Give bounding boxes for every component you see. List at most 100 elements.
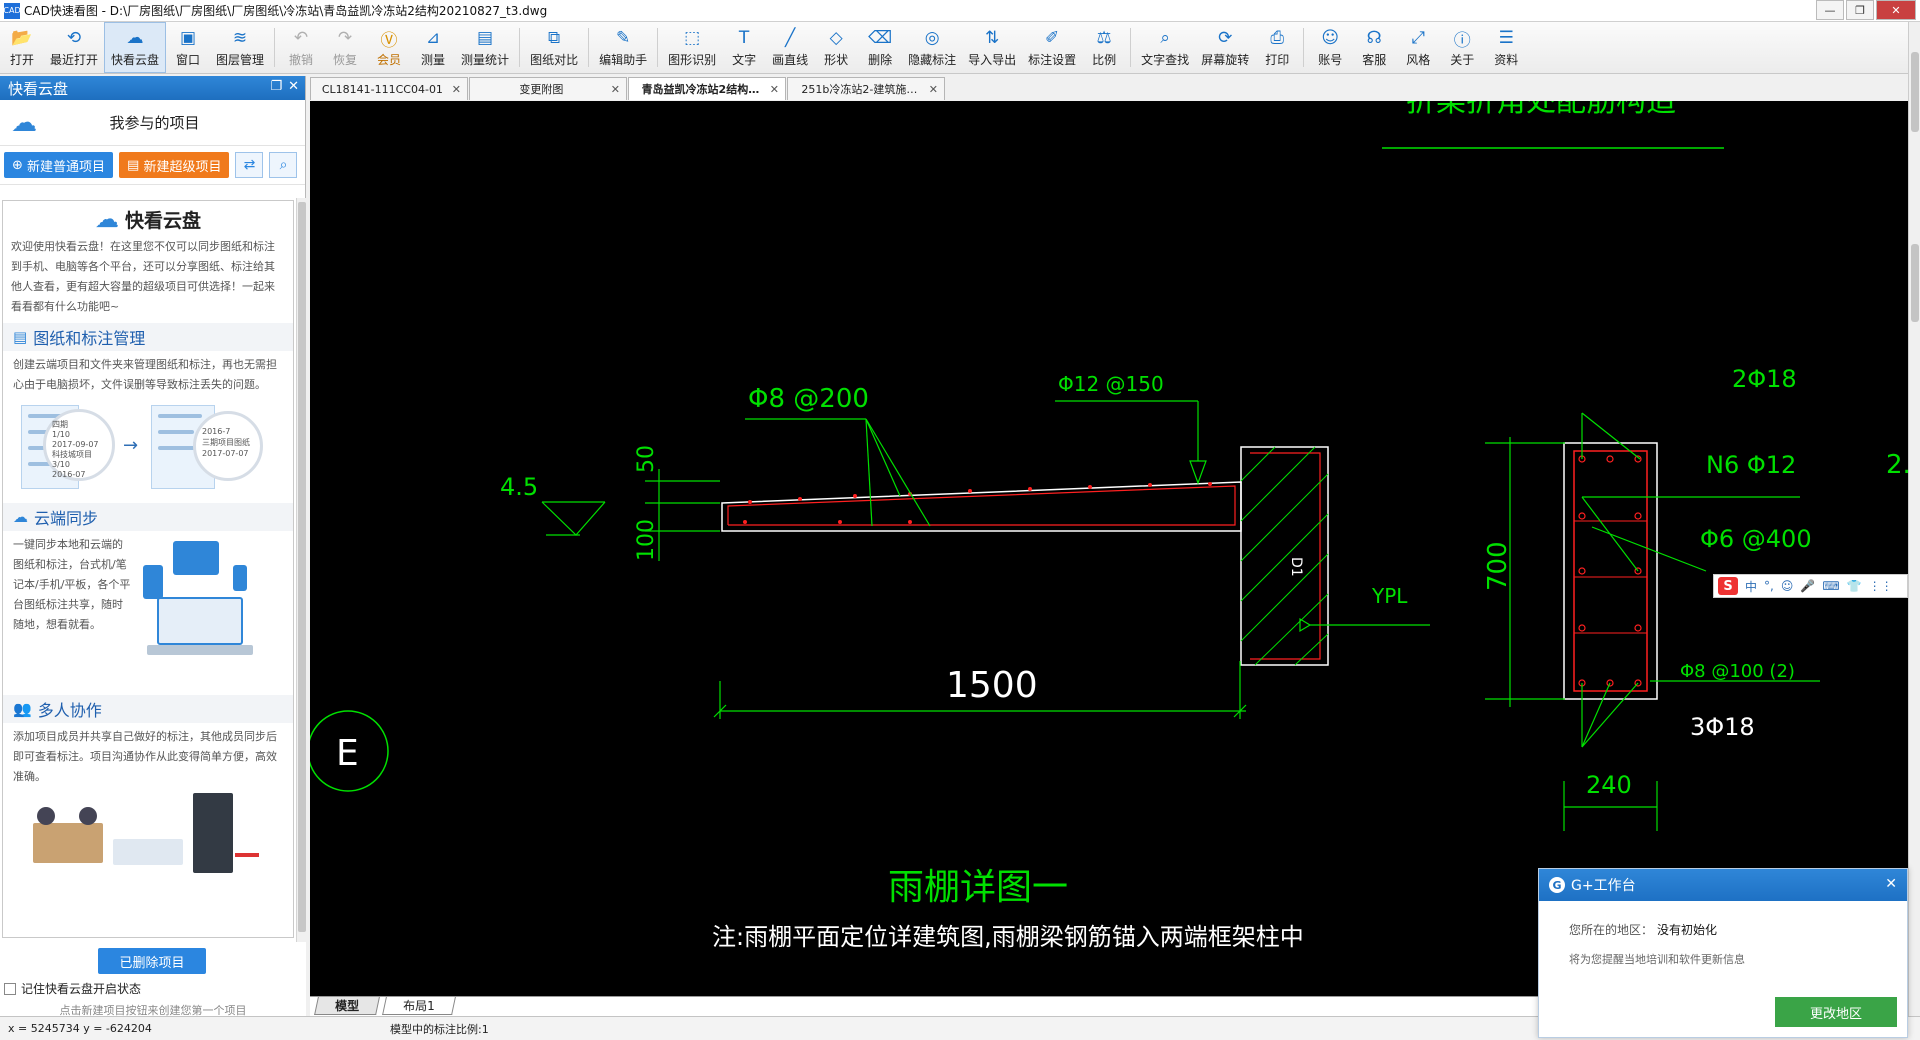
ime-item-icon[interactable]: °, bbox=[1764, 579, 1774, 593]
ime-item-icon[interactable]: 👕 bbox=[1847, 579, 1862, 593]
toolbar-button-headset[interactable]: ☊ 客服 bbox=[1352, 22, 1396, 73]
toolbar-button-redo[interactable]: ↷ 恢复 bbox=[323, 22, 367, 73]
ime-item-icon[interactable]: ⋮⋮ bbox=[1869, 579, 1893, 593]
close-tab-icon[interactable]: ✕ bbox=[929, 83, 938, 96]
model-tab[interactable]: 模型 bbox=[314, 997, 380, 1015]
section-sync-title: ☁ 云端同步 bbox=[3, 503, 293, 531]
toolbar-button-undo[interactable]: ↶ 撤销 bbox=[279, 22, 323, 73]
toolbar-button-info[interactable]: ⓘ 关于 bbox=[1440, 22, 1484, 73]
axis-label: E bbox=[336, 733, 359, 774]
toolbar-button-compare[interactable]: ⧉ 图纸对比 bbox=[524, 22, 584, 73]
elevation-text: 4.5 bbox=[500, 473, 538, 501]
close-tab-icon[interactable]: ✕ bbox=[452, 83, 461, 96]
ime-item-icon[interactable]: ☺ bbox=[1781, 579, 1794, 593]
change-region-button[interactable]: 更改地区 bbox=[1775, 997, 1897, 1027]
project-label: 我参与的项目 bbox=[109, 114, 200, 132]
close-tab-icon[interactable]: ✕ bbox=[611, 83, 620, 96]
file-tab[interactable]: 变更附图 ✕ bbox=[469, 77, 627, 100]
close-button[interactable]: ✕ bbox=[1876, 0, 1916, 20]
ime-item-icon[interactable]: ⌨ bbox=[1822, 579, 1839, 593]
toolbar-button-rotate-screen[interactable]: ⟳ 屏幕旋转 bbox=[1195, 22, 1255, 73]
remember-checkbox[interactable]: 记住快看云盘开启状态 bbox=[4, 980, 141, 997]
ime-item-icon[interactable]: 中 bbox=[1745, 578, 1757, 595]
dim-700-text: 700 bbox=[1483, 541, 1513, 591]
file-tab-label: 青岛益凯冷冻站2结构… bbox=[641, 83, 760, 96]
close-icon[interactable]: ✕ bbox=[1885, 876, 1897, 892]
new-super-project-button[interactable]: ▤ 新建超级项目 bbox=[119, 152, 230, 178]
sidebar-scrollbar[interactable] bbox=[296, 198, 306, 942]
person-image bbox=[37, 807, 55, 825]
mag-right-line: 2017-07-07 bbox=[202, 449, 249, 458]
toolbar-button-annotation-settings[interactable]: ✐ 标注设置 bbox=[1022, 22, 1082, 73]
toolbar-button-vip[interactable]: Ⓥ 会员 bbox=[367, 22, 411, 73]
toolbar-button-line[interactable]: ╱ 画直线 bbox=[766, 22, 814, 73]
toolbar-button-measure-stats[interactable]: ▤ 测量统计 bbox=[455, 22, 515, 73]
toolbar-button-edit-assistant[interactable]: ✎ 编辑助手 bbox=[593, 22, 653, 73]
toolbar-button-text[interactable]: T 文字 bbox=[722, 22, 766, 73]
file-tab-label: 251b冷冻站2-建筑施… bbox=[801, 83, 918, 96]
section-sync-text: 一键同步本地和云端的图纸和标注，台式机/笔记本/手机/平板，各个平台图纸标注共享… bbox=[13, 538, 131, 631]
new-super-project-label: 新建超级项目 bbox=[143, 159, 222, 175]
file-tab[interactable]: 青岛益凯冷冻站2结构… ✕ bbox=[628, 77, 786, 100]
toolbar-button-import-export[interactable]: ⇅ 导入导出 bbox=[962, 22, 1022, 73]
toolbar-button-layers[interactable]: ≋ 图层管理 bbox=[210, 22, 270, 73]
toolbar-button-window[interactable]: ▣ 窗口 bbox=[166, 22, 210, 73]
close-tab-icon[interactable]: ✕ bbox=[770, 83, 779, 96]
toolbar-button-eraser[interactable]: ⌫ 删除 bbox=[858, 22, 902, 73]
popup-title: G+工作台 bbox=[1571, 878, 1636, 894]
scale-icon: ⚖ bbox=[1096, 28, 1112, 48]
toolbar-button-label: 快看云盘 bbox=[111, 53, 160, 67]
close-icon[interactable]: ✕ bbox=[288, 79, 299, 94]
ime-toolbar[interactable]: S 中 °, ☺ 🎤 ⌨ 👕 ⋮⋮ bbox=[1713, 574, 1908, 598]
toolbar-button-label: 打印 bbox=[1265, 53, 1290, 67]
toolbar-button-label: 恢复 bbox=[333, 53, 358, 67]
toolbar-button-docs[interactable]: ☰ 资料 bbox=[1484, 22, 1528, 73]
toolbar-button-label: 打开 bbox=[9, 53, 34, 67]
gplus-logo-icon: G bbox=[1549, 877, 1565, 893]
model-tab-label: 布局1 bbox=[403, 999, 435, 1013]
toolbar-button-shape-recognize[interactable]: ⬚ 图形识别 bbox=[662, 22, 722, 73]
toolbar-button-user[interactable]: ☺ 账号 bbox=[1308, 22, 1352, 73]
model-tab[interactable]: 布局1 bbox=[382, 997, 456, 1015]
toolbar-button-text-search[interactable]: ⌕ 文字查找 bbox=[1135, 22, 1195, 73]
toolbar-button-printer[interactable]: ⎙ 打印 bbox=[1255, 22, 1299, 73]
toolbar-button-clock[interactable]: ⟲ 最近打开 bbox=[44, 22, 104, 73]
search-icon[interactable]: ⌕ bbox=[269, 152, 298, 178]
toolbar-button-style[interactable]: ⤢ 风格 bbox=[1396, 22, 1440, 73]
toolbar-button-scale[interactable]: ⚖ 比例 bbox=[1082, 22, 1126, 73]
drawing-canvas[interactable]: 折梁折角处配筋构造 D1 Φ8 @200 Φ12 @150 4.5 50 100… bbox=[310, 101, 1908, 996]
edit-assistant-icon: ✎ bbox=[615, 28, 631, 48]
mag-left-line: 2016-07 bbox=[52, 470, 86, 479]
toolbar-button-measure[interactable]: ⊿ 测量 bbox=[411, 22, 455, 73]
minimize-button[interactable]: — bbox=[1816, 0, 1844, 20]
collab-illustration bbox=[13, 793, 283, 883]
file-tab[interactable]: 251b冷冻站2-建筑施… ✕ bbox=[787, 77, 945, 100]
sidebar-footer: 已删除项目 记住快看云盘开启状态 点击新建项目按钮来创建您第一个项目 bbox=[0, 942, 306, 1024]
toolbar-button-label: 风格 bbox=[1406, 53, 1431, 67]
devices-illustration bbox=[133, 535, 283, 685]
ime-item-icon[interactable]: 🎤 bbox=[1800, 579, 1815, 593]
sync-icon[interactable]: ⇄ bbox=[235, 152, 264, 178]
maximize-button[interactable]: ❐ bbox=[1846, 0, 1874, 20]
mag-left-line: 2017-09-07 bbox=[52, 440, 99, 449]
main-scrollbar[interactable] bbox=[1908, 22, 1920, 1024]
toolbar-button-shape[interactable]: ◇ 形状 bbox=[814, 22, 858, 73]
main-scroll-thumb[interactable] bbox=[1911, 244, 1919, 322]
section-manage: ▤ 图纸和标注管理 创建云端项目和文件夹来管理图纸和标注，再也无需担心由于电脑损坏… bbox=[3, 323, 293, 497]
sidebar-scroll-thumb[interactable] bbox=[298, 202, 306, 932]
mag-right-line: 三期项目图纸 bbox=[202, 438, 250, 447]
toolbar-button-folder[interactable]: 📂 打开 bbox=[0, 22, 44, 73]
file-tab[interactable]: CL18141-111CC04-01 ✕ bbox=[310, 77, 468, 100]
new-normal-project-button[interactable]: ⊕ 新建普通项目 bbox=[4, 152, 114, 178]
toolbar-button-hide-annotation[interactable]: ◎ 隐藏标注 bbox=[902, 22, 962, 73]
project-selector[interactable]: ☁ 我参与的项目 bbox=[0, 100, 305, 146]
checkbox-icon[interactable] bbox=[4, 982, 16, 995]
main-scroll-thumb-top[interactable] bbox=[1911, 52, 1919, 132]
deleted-projects-button[interactable]: 已删除项目 bbox=[98, 948, 206, 974]
sogou-logo-icon[interactable]: S bbox=[1718, 577, 1738, 595]
restore-icon[interactable]: ❐ bbox=[270, 79, 282, 94]
drawing-note: 注:雨棚平面定位详建筑图,雨棚梁钢筋锚入两端框架柱中 bbox=[712, 923, 1304, 951]
window-icon: ▣ bbox=[180, 28, 197, 48]
toolbar-button-cloud[interactable]: ☁ 快看云盘 bbox=[104, 22, 167, 73]
laptop-image bbox=[157, 597, 243, 645]
